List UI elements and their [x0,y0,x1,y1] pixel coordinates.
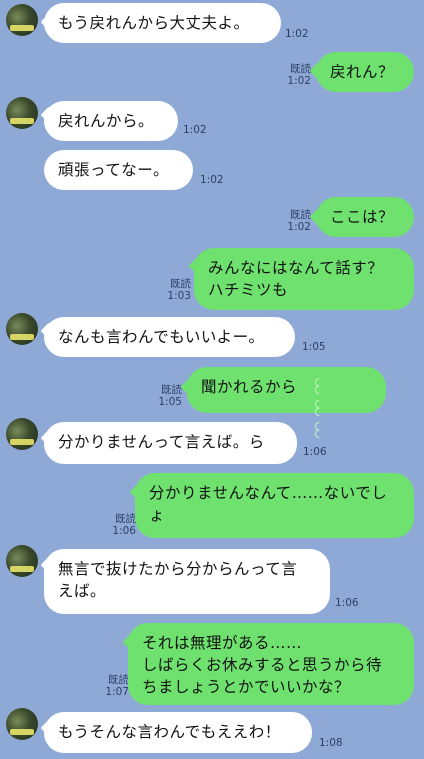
avatar[interactable] [6,313,38,345]
read-receipt: 既読 [161,384,182,396]
message-bubble[interactable]: 無言で抜けたから分からんって言 えば。 [44,549,330,614]
avatar[interactable] [6,4,38,36]
emoji-sticker: ꒰꒰꒰ [310,378,327,443]
read-receipt: 既読 [115,513,136,525]
read-receipt: 既読 [108,674,129,686]
message-bubble[interactable]: 戻れん？ [316,52,414,92]
message-meta: 既読 1:02 [279,63,311,87]
chat-timeline[interactable]: もう戻れんから大丈夫よ。 1:02 既読 1:02 戻れん？ 戻れんから。 1:… [0,0,424,759]
avatar[interactable] [6,708,38,740]
read-receipt: 既読 [290,63,311,75]
message-meta: 既読 1:06 [104,513,136,537]
message-time: 1:03 [167,290,191,302]
message-bubble[interactable]: 戻れんから。 [44,101,178,141]
message-time: 1:06 [112,525,136,537]
message-bubble[interactable]: 頑張ってなー。 [44,150,193,190]
message-bubble[interactable]: 分かりませんなんて……ないでし ょ [135,473,414,538]
message-time: 1:02 [183,124,207,136]
message-time: 1:05 [302,341,326,353]
message-bubble[interactable]: なんも言わんでもいいよー。 [44,317,295,357]
message-time: 1:06 [303,446,327,458]
read-receipt: 既読 [290,209,311,221]
message-meta: 既読 1:07 [97,674,129,698]
message-bubble[interactable]: 分かりませんって言えば。ら [44,422,297,464]
message-meta: 既読 1:05 [150,384,182,408]
message-time: 1:07 [105,686,129,698]
message-meta: 既読 1:03 [159,278,191,302]
message-time: 1:02 [200,174,224,186]
avatar[interactable] [6,97,38,129]
read-receipt: 既読 [170,278,191,290]
message-bubble[interactable]: ここは？ [316,197,414,237]
message-bubble[interactable]: みんなにはなんて話す？ ハチミツも [194,248,414,310]
message-time: 1:06 [335,597,359,609]
message-bubble[interactable]: もう戻れんから大丈夫よ。 [44,3,281,43]
message-time: 1:02 [285,28,309,40]
message-bubble[interactable]: もうそんな言わんでもええわ！ [44,712,312,753]
message-time: 1:02 [287,221,311,233]
message-meta: 既読 1:02 [279,209,311,233]
message-bubble[interactable]: それは無理がある…… しばらくお休みすると思うから待 ちましょうとかでいいかな？ [128,623,414,705]
message-time: 1:08 [319,737,343,749]
message-time: 1:05 [158,396,182,408]
message-bubble[interactable]: 聞かれるから [187,367,386,413]
avatar[interactable] [6,545,38,577]
message-time: 1:02 [287,75,311,87]
avatar[interactable] [6,418,38,450]
